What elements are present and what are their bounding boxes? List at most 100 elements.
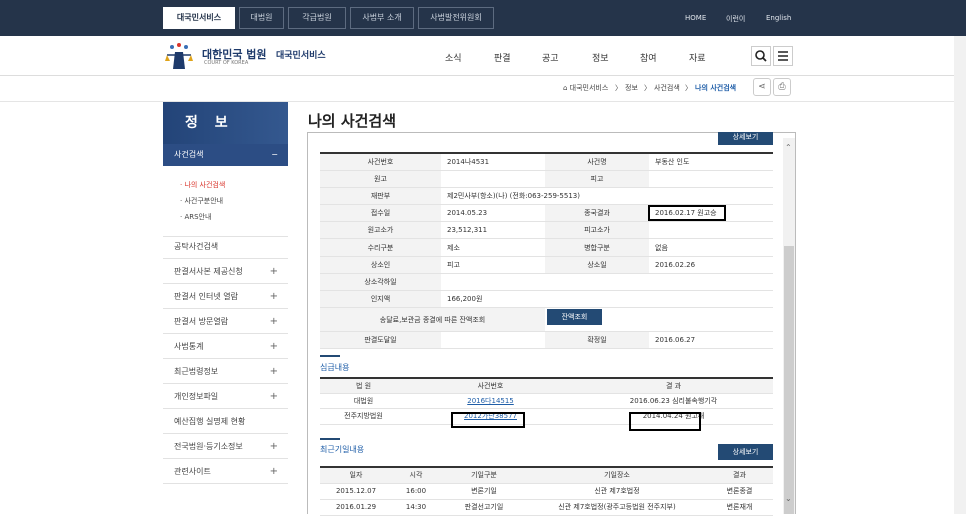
table-row: 재판부 제2민사부(항소)(나) (전화:063-259-5513) — [320, 187, 773, 206]
table-row: 원고소가 23,512,311 피고소가 — [320, 221, 773, 240]
nav-info[interactable]: 정보 — [592, 51, 609, 64]
sidebar-item-label: 사건검색 — [174, 150, 204, 159]
plus-icon: + — [269, 441, 278, 452]
sidebar-item-judgment-online[interactable]: 판결서 인터넷 열람 + — [163, 284, 288, 309]
table-header-cell: 접수일 — [320, 204, 441, 223]
table-header-cell: 상소각하일 — [320, 273, 441, 292]
menu-button[interactable] — [773, 46, 793, 66]
sidebar-item-label: 판결서 인터넷 열람 — [174, 292, 238, 301]
sidebar-item-label: 사법통계 — [174, 342, 204, 351]
table-row: 2015.12.07 16:00 변론기일 신관 제7호법정 변론종결 — [320, 483, 773, 500]
table-header-cell: 재판부 — [320, 187, 441, 206]
sidebar-item-label: 판결서사본 제공신청 — [174, 267, 243, 276]
column-header: 일자 — [320, 467, 392, 484]
defendant — [649, 170, 773, 188]
tab-supreme-court[interactable]: 대법원 — [239, 7, 284, 29]
scroll-up-icon[interactable]: ⌃ — [785, 143, 792, 152]
case-number-link[interactable]: 2016다14515 — [467, 397, 514, 405]
sidebar-item-budget[interactable]: 예산집행 실명제 현황 — [163, 409, 288, 434]
confirmation-date: 2016.06.27 — [649, 331, 773, 350]
home-link[interactable]: HOME — [685, 14, 706, 22]
sidebar-item-judgment-visit[interactable]: 판결서 방문열람 + — [163, 309, 288, 334]
scroll-thumb[interactable] — [784, 246, 794, 514]
court-name: 전주지방법원 — [320, 408, 407, 425]
top-bar: 대국민서비스 대법원 각급법원 사법부 소개 사법발전위원회 HOME 이런이 … — [0, 0, 966, 36]
court-division: 제2민사부(항소)(나) (전화:063-259-5513) — [441, 187, 773, 206]
plus-icon: + — [269, 291, 278, 302]
sidebar-sub-case-types[interactable]: · 사건구분안내 — [180, 196, 223, 206]
detail-button-top[interactable]: 상세보기 — [718, 132, 773, 145]
sidebar-sub-my-case[interactable]: · 나의 사건검색 — [180, 180, 225, 190]
plaintiff — [441, 170, 545, 188]
sidebar-item-privacy-files[interactable]: 개인정보파일 + — [163, 384, 288, 409]
sidebar-item-label: 예산집행 실명제 현황 — [174, 417, 246, 426]
nav-resources[interactable]: 자료 — [689, 51, 706, 64]
table-header-cell: 판결도달일 — [320, 331, 441, 350]
nav-judgments[interactable]: 판결 — [494, 51, 511, 64]
lower-court-table: 법 원 사건번호 결 과 대법원 2016다14515 2016.06.23 심리불속행… — [320, 377, 773, 425]
table-row: 상소인 피고 상소일 2016.02.26 — [320, 256, 773, 274]
tab-judicial-development[interactable]: 사법발전위원회 — [418, 7, 494, 29]
hearing-date: 2016.01.29 — [320, 499, 392, 516]
tab-courts[interactable]: 각급법원 — [288, 7, 346, 29]
table-header-cell: 사건명 — [545, 153, 649, 171]
table-row: 수리구분 제소 병합구분 없음 — [320, 238, 773, 257]
table-row: 인지액 166,200원 — [320, 290, 773, 309]
balance-inquiry-button[interactable]: 잔액조회 — [547, 309, 602, 325]
table-header-cell: 인지액 — [320, 290, 441, 309]
stamp-fee: 166,200원 — [441, 290, 773, 309]
sidebar-item-deposit-search[interactable]: 공탁사건검색 — [163, 234, 288, 259]
highlight-box — [451, 412, 525, 428]
print-button[interactable]: ⎙ — [773, 78, 791, 96]
nav-notices[interactable]: 공고 — [542, 51, 559, 64]
appeal-dismissal-date — [441, 273, 773, 292]
sidebar-item-judgment-copy[interactable]: 판결서사본 제공신청 + — [163, 259, 288, 284]
hearing-type: 판결선고기일 — [440, 499, 528, 516]
sidebar-item-label: 공탁사건검색 — [174, 242, 219, 251]
hamburger-icon — [778, 51, 788, 61]
plus-icon: + — [269, 316, 278, 327]
kids-link[interactable]: 이런이 — [726, 14, 745, 24]
breadcrumb-home[interactable]: ⌂ 대국민서비스 — [563, 83, 608, 93]
table-header-cell: 수리구분 — [320, 238, 441, 257]
appellant: 피고 — [441, 256, 545, 274]
table-header-cell: 원고소가 — [320, 221, 441, 240]
divider — [0, 101, 966, 102]
sidebar-item-label: 개인정보파일 — [174, 392, 219, 401]
detail-button[interactable]: 상세보기 — [718, 444, 773, 460]
frame-scrollbar[interactable]: ⌃ ⌄ — [783, 138, 795, 514]
nav-participation[interactable]: 참여 — [640, 51, 657, 64]
scroll-down-icon[interactable]: ⌄ — [785, 494, 792, 503]
plus-icon: + — [269, 366, 278, 377]
column-header: 결 과 — [574, 378, 773, 394]
tab-public-service[interactable]: 대국민서비스 — [163, 7, 235, 29]
sidebar-title: 정 보 — [163, 102, 288, 144]
breadcrumb-separator: 〉 — [644, 84, 651, 92]
sidebar-item-law-info[interactable]: 최근법령정보 + — [163, 359, 288, 384]
nav-news[interactable]: 소식 — [445, 51, 462, 64]
sidebar-sub-ars[interactable]: · ARS안내 — [180, 212, 211, 222]
search-button[interactable] — [751, 46, 771, 66]
english-link[interactable]: English — [766, 14, 791, 22]
tab-judiciary-intro[interactable]: 사법부 소개 — [350, 7, 414, 29]
sidebar-item-label: 판결서 방문열람 — [174, 317, 229, 326]
share-button[interactable]: ⋖ — [753, 78, 771, 96]
table-header-cell: 송달료,보관금 종결에 따른 잔액조회 — [320, 307, 545, 333]
sidebar-item-case-search[interactable]: 사건검색 − — [163, 144, 288, 166]
breadcrumb-info[interactable]: 정보 — [625, 83, 638, 93]
hearing-place: 신관 제7호법정(광주고등법원 전주지부) — [528, 499, 706, 516]
sidebar-item-statistics[interactable]: 사법통계 + — [163, 334, 288, 359]
sidebar-item-related-sites[interactable]: 관련사이트 + — [163, 459, 288, 484]
sidebar-item-court-registry[interactable]: 전국법원·등기소정보 + — [163, 434, 288, 459]
sidebar-item-label: 관련사이트 — [174, 467, 211, 476]
column-header: 법 원 — [320, 378, 407, 394]
court-logo-icon[interactable] — [163, 42, 195, 72]
page-scrollbar[interactable] — [954, 36, 966, 514]
recent-dates-table: 일자 시각 기일구분 기일장소 결과 2015.12.07 16:00 변론기일 신관 제7호… — [320, 466, 773, 516]
table-header-cell: 병합구분 — [545, 238, 649, 257]
breadcrumb-case-search[interactable]: 사건검색 — [654, 83, 680, 93]
column-header: 결과 — [706, 467, 773, 484]
sidebar-item-label: 전국법원·등기소정보 — [174, 442, 243, 451]
highlight-box — [629, 412, 701, 431]
section-title-lower-court: 심급내용 — [320, 363, 350, 372]
